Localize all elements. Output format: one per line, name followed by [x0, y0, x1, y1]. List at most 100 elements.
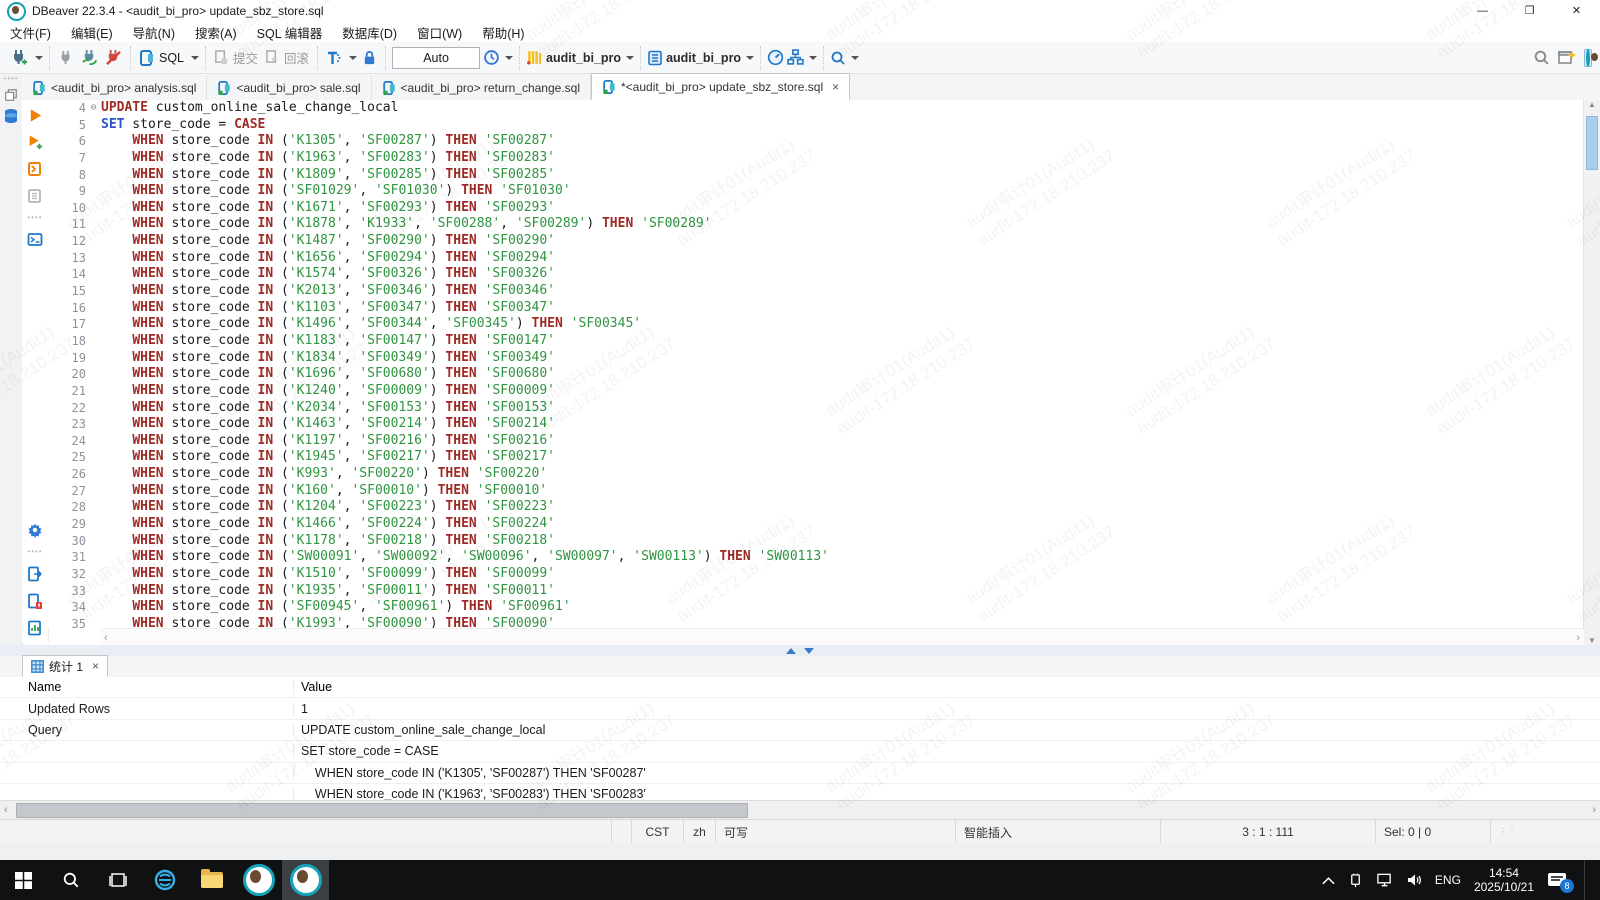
show-desktop-button[interactable]	[1584, 860, 1590, 900]
menu-item[interactable]: SQL 编辑器	[247, 23, 333, 42]
code-line[interactable]: 17 WHEN store_code IN ('K1496', 'SF00344…	[48, 316, 1584, 333]
sql-editor-button[interactable]: SQL	[137, 48, 186, 68]
close-tab-icon[interactable]: ×	[92, 659, 99, 673]
column-header-value[interactable]: Value	[293, 680, 1600, 694]
network-icon[interactable]	[1376, 873, 1393, 887]
code-line[interactable]: 4⊖UPDATE custom_online_sale_change_local	[48, 100, 1584, 117]
dbeaver-taskbar-button[interactable]	[235, 860, 282, 900]
disconnect-button[interactable]	[103, 47, 124, 68]
taskbar-clock[interactable]: 14:54 2025/10/21	[1474, 866, 1534, 894]
editor-horizontal-scrollbar[interactable]: ‹ ›	[100, 628, 1584, 646]
table-row[interactable]: Updated Rows1	[0, 698, 1600, 719]
panel-sash[interactable]	[0, 645, 1600, 656]
sql-console-icon[interactable]	[27, 232, 43, 248]
scroll-left-arrow-icon[interactable]: ‹	[4, 804, 8, 816]
menu-item[interactable]: 编辑(E)	[61, 23, 123, 42]
language-indicator[interactable]: ENG	[1435, 873, 1461, 887]
scroll-right-arrow-icon[interactable]: ›	[1592, 804, 1596, 816]
code-line[interactable]: 7 WHEN store_code IN ('K1963', 'SF00283'…	[48, 150, 1584, 167]
chevron-down-icon[interactable]	[349, 56, 357, 60]
menu-item[interactable]: 窗口(W)	[407, 23, 472, 42]
code-line[interactable]: 33 WHEN store_code IN ('K1935', 'SF00011…	[48, 583, 1584, 600]
code-line[interactable]: 32 WHEN store_code IN ('K1510', 'SF00099…	[48, 566, 1584, 583]
code-line[interactable]: 29 WHEN store_code IN ('K1466', 'SF00224…	[48, 516, 1584, 533]
menu-item[interactable]: 导航(N)	[123, 23, 185, 42]
code-line[interactable]: 34 WHEN store_code IN ('SF00945', 'SF009…	[48, 599, 1584, 616]
open-perspective-icon[interactable]	[1558, 49, 1576, 67]
new-connection-button[interactable]	[8, 47, 30, 69]
code-line[interactable]: 6 WHEN store_code IN ('K1305', 'SF00287'…	[48, 133, 1584, 150]
chevron-down-icon[interactable]	[505, 56, 513, 60]
connect-button[interactable]	[56, 48, 76, 68]
code-line[interactable]: 20 WHEN store_code IN ('K1696', 'SF00680…	[48, 366, 1584, 383]
code-line[interactable]: 9 WHEN store_code IN ('SF01029', 'SF0103…	[48, 183, 1584, 200]
panel-horizontal-scrollbar[interactable]: ‹ ›	[0, 800, 1600, 819]
internet-explorer-button[interactable]	[141, 860, 188, 900]
scroll-up-arrow-icon[interactable]: ▲	[1588, 100, 1596, 109]
code-line[interactable]: 27 WHEN store_code IN ('K160', 'SF00010'…	[48, 483, 1584, 500]
column-header-name[interactable]: Name	[0, 680, 293, 694]
execution-plan-icon[interactable]	[787, 49, 804, 66]
menu-item[interactable]: 帮助(H)	[472, 23, 534, 42]
statistics-doc-icon[interactable]	[27, 620, 43, 636]
active-schema[interactable]: audit_bi_pro	[666, 51, 741, 65]
editor-tab[interactable]: <audit_bi_pro> return_change.sql	[372, 75, 591, 100]
maximize-button[interactable]: ❐	[1506, 0, 1553, 22]
editor-tab[interactable]: *<audit_bi_pro> update_sbz_store.sql×	[591, 73, 850, 100]
usb-device-icon[interactable]	[1348, 873, 1363, 888]
close-button[interactable]: ✕	[1553, 0, 1600, 22]
dbeaver-perspective-button[interactable]	[1584, 49, 1592, 67]
chevron-down-icon[interactable]	[746, 56, 754, 60]
code-line[interactable]: 21 WHEN store_code IN ('K1240', 'SF00009…	[48, 383, 1584, 400]
taskbar-search-button[interactable]	[47, 860, 94, 900]
settings-gear-icon[interactable]	[27, 522, 43, 538]
code-line[interactable]: 15 WHEN store_code IN ('K2013', 'SF00346…	[48, 283, 1584, 300]
code-line[interactable]: 31 WHEN store_code IN ('SW00091', 'SW000…	[48, 549, 1584, 566]
code-line[interactable]: 11 WHEN store_code IN ('K1878', 'K1933',…	[48, 216, 1584, 233]
code-line[interactable]: 10 WHEN store_code IN ('K1671', 'SF00293…	[48, 200, 1584, 217]
chevron-down-icon[interactable]	[809, 56, 817, 60]
code-line[interactable]: 30 WHEN store_code IN ('K1178', 'SF00218…	[48, 533, 1584, 550]
menu-item[interactable]: 数据库(D)	[332, 23, 407, 42]
code-line[interactable]: 14 WHEN store_code IN ('K1574', 'SF00326…	[48, 266, 1584, 283]
explain-plan-icon[interactable]	[27, 188, 43, 204]
dashboard-icon[interactable]	[767, 49, 784, 66]
table-row[interactable]: WHEN store_code IN ('K1305', 'SF00287') …	[0, 763, 1600, 784]
rollback-button[interactable]: 回滚	[263, 46, 311, 69]
export-result-icon[interactable]	[27, 566, 43, 582]
code-line[interactable]: 19 WHEN store_code IN ('K1834', 'SF00349…	[48, 350, 1584, 367]
code-line[interactable]: 26 WHEN store_code IN ('K993', 'SF00220'…	[48, 466, 1584, 483]
commit-button[interactable]: 提交	[212, 46, 260, 69]
code-line[interactable]: 22 WHEN store_code IN ('K2034', 'SF00153…	[48, 400, 1584, 417]
action-center-button[interactable]: 8	[1547, 872, 1567, 888]
minimize-button[interactable]: —	[1459, 0, 1506, 22]
code-line[interactable]: 13 WHEN store_code IN ('K1656', 'SF00294…	[48, 250, 1584, 267]
active-connection[interactable]: audit_bi_pro	[546, 51, 621, 65]
execute-script-icon[interactable]	[27, 161, 43, 177]
code-line[interactable]: 25 WHEN store_code IN ('K1945', 'SF00217…	[48, 449, 1584, 466]
code-line[interactable]: 16 WHEN store_code IN ('K1103', 'SF00347…	[48, 300, 1584, 317]
code-line[interactable]: 35 WHEN store_code IN ('K1993', 'SF00090…	[48, 616, 1584, 628]
tray-expand-chevron-icon[interactable]	[1322, 876, 1335, 885]
table-row[interactable]: QueryUPDATE custom_online_sale_change_lo…	[0, 720, 1600, 741]
vertical-scroll-thumb[interactable]	[1586, 116, 1598, 170]
editor-tab[interactable]: <audit_bi_pro> analysis.sql	[22, 75, 207, 100]
code-line[interactable]: 28 WHEN store_code IN ('K1204', 'SF00223…	[48, 499, 1584, 516]
code-line[interactable]: 18 WHEN store_code IN ('K1183', 'SF00147…	[48, 333, 1584, 350]
speaker-icon[interactable]	[1406, 873, 1422, 887]
sql-code-editor[interactable]: 4⊖UPDATE custom_online_sale_change_local…	[48, 100, 1584, 628]
execute-new-tab-icon[interactable]	[27, 134, 43, 150]
code-line[interactable]: 5SET store_code = CASE	[48, 117, 1584, 134]
start-button[interactable]	[0, 860, 47, 900]
quick-access-search-icon[interactable]	[1533, 49, 1550, 66]
dbeaver-taskbar-button-active[interactable]	[282, 860, 329, 900]
lock-button[interactable]	[360, 48, 379, 67]
fold-marker[interactable]: ⊖	[86, 100, 101, 117]
code-line[interactable]: 23 WHEN store_code IN ('K1463', 'SF00214…	[48, 416, 1584, 433]
scroll-down-arrow-icon[interactable]: ▼	[1588, 636, 1596, 645]
file-explorer-button[interactable]	[188, 860, 235, 900]
transaction-log-button[interactable]	[324, 48, 344, 68]
editor-vertical-scrollbar[interactable]: ▲ ▼	[1583, 100, 1600, 645]
maximize-panel-icon[interactable]	[786, 648, 796, 654]
task-view-button[interactable]	[94, 860, 141, 900]
